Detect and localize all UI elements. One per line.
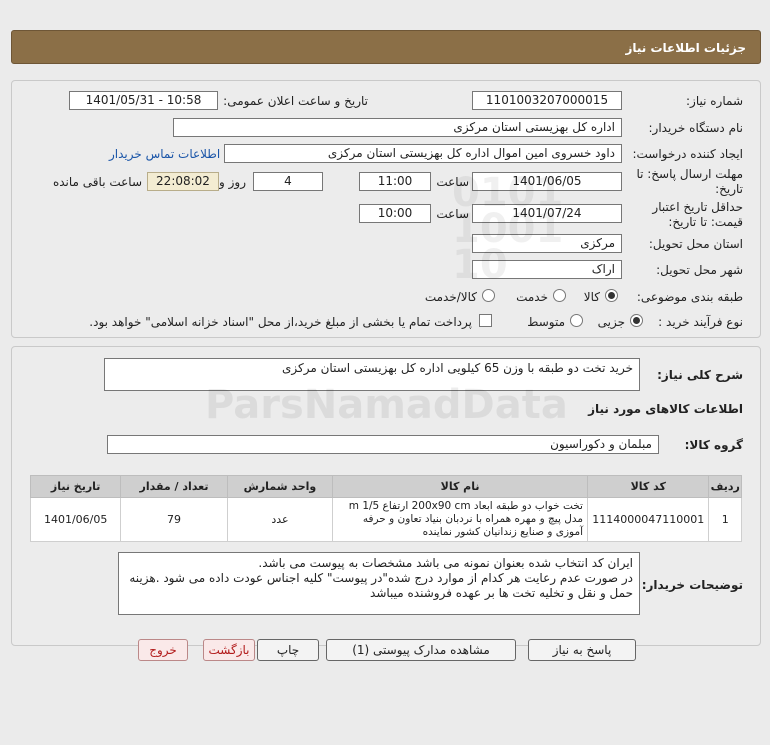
category-goods-service-radio[interactable] — [482, 289, 495, 302]
treasury-payment-checkbox[interactable] — [479, 314, 492, 327]
buyer-notes-line-1: ایران کد انتخاب شده بعنوان نمونه می باشد… — [258, 556, 633, 570]
col-row: ردیف — [708, 475, 742, 498]
days-field: 4 — [253, 172, 323, 191]
validity-label-2: قیمت: تا تاریخ: — [668, 215, 743, 229]
col-code: کد کالا — [586, 475, 710, 498]
cell-code: 1114000047110001 — [586, 497, 710, 542]
process-minor-radio[interactable] — [630, 314, 643, 327]
deadline-label: مهلت ارسال پاسخ: تا — [636, 167, 743, 181]
process-medium-radio[interactable] — [570, 314, 583, 327]
col-unit: واحد شمارش — [226, 475, 334, 498]
reply-button[interactable]: پاسخ به نیاز — [528, 639, 636, 661]
category-goods-label: کالا — [583, 290, 600, 304]
validity-time-field: 10:00 — [359, 204, 431, 223]
col-qty: تعداد / مقدار — [120, 475, 228, 498]
cell-row: 1 — [708, 497, 742, 542]
remaining-time-field: 22:08:02 — [147, 172, 219, 191]
process-label: نوع فرآیند خرید : — [658, 315, 743, 329]
cell-name: تخت خواب دو طبقه ابعاد 200x90 cm ارتفاع … — [332, 497, 588, 542]
city-field: اراک — [472, 260, 622, 279]
creator-field: داود خسروی امین اموال اداره کل بهزیستی ا… — [224, 144, 622, 163]
need-number-field: 1101003207000015 — [472, 91, 622, 110]
table-row: 1401/06/05 79 عدد تخت خواب دو طبقه ابعاد… — [29, 497, 742, 542]
announce-field: 1401/05/31 - 10:58 — [69, 91, 218, 110]
announce-label: تاریخ و ساعت اعلان عمومی: — [223, 94, 368, 108]
buyer-org-field: اداره کل بهزیستی استان مرکزی — [173, 118, 622, 137]
creator-label: ایجاد کننده درخواست: — [632, 147, 743, 161]
items-table-header: تاریخ نیاز تعداد / مقدار واحد شمارش نام … — [29, 475, 742, 498]
deadline-time-field: 11:00 — [359, 172, 431, 191]
contact-buyer-link[interactable]: اطلاعات تماس خریدار — [109, 147, 220, 161]
back-button[interactable]: بازگشت — [203, 639, 255, 661]
category-goods-radio[interactable] — [605, 289, 618, 302]
category-service-label: خدمت — [516, 290, 548, 304]
treasury-payment-note: پرداخت تمام یا بخشی از مبلغ خرید،از محل … — [89, 315, 472, 329]
province-field: مرکزی — [472, 234, 622, 253]
buyer-notes-label: توضیحات خریدار: — [641, 578, 743, 592]
attachments-button[interactable]: مشاهده مدارک پیوستی (1) — [326, 639, 516, 661]
buyer-notes-field: ایران کد انتخاب شده بعنوان نمونه می باشد… — [118, 552, 640, 615]
col-name: نام کالا — [332, 475, 588, 498]
process-minor-label: جزیی — [597, 315, 625, 329]
buyer-notes-line-2: در صورت عدم رعایت هر کدام از موارد درج ش… — [129, 571, 633, 585]
days-label: روز و — [219, 175, 246, 189]
deadline-date-field: 1401/06/05 — [472, 172, 622, 191]
description-field: خرید تخت دو طبقه با وزن 65 کیلویی اداره … — [104, 358, 640, 391]
need-number-label: شماره نیاز: — [686, 94, 743, 108]
remaining-label: ساعت باقی مانده — [52, 175, 142, 189]
goods-group-field: مبلمان و دکوراسیون — [107, 435, 659, 454]
validity-time-label: ساعت — [436, 207, 469, 221]
page-header: جزئیات اطلاعات نیاز — [11, 30, 761, 64]
process-medium-label: متوسط — [527, 315, 565, 329]
deadline-label-2: تاریخ: — [715, 182, 743, 196]
category-service-radio[interactable] — [553, 289, 566, 302]
buyer-notes-line-3: حمل و نقل و تخلیه تخت ها بر عهده فروشنده… — [370, 586, 633, 600]
items-table: تاریخ نیاز تعداد / مقدار واحد شمارش نام … — [29, 475, 742, 542]
validity-date-field: 1401/07/24 — [472, 204, 622, 223]
cell-qty: 79 — [120, 497, 228, 542]
deadline-time-label: ساعت — [436, 175, 469, 189]
city-label: شهر محل تحویل: — [656, 263, 743, 277]
cell-date: 1401/06/05 — [29, 497, 122, 542]
page-title: جزئیات اطلاعات نیاز — [625, 41, 746, 55]
category-label: طبقه بندی موضوعی: — [636, 290, 743, 304]
col-date: تاریخ نیاز — [29, 475, 122, 498]
buyer-org-label: نام دستگاه خریدار: — [648, 121, 744, 135]
goods-group-label: گروه کالا: — [684, 438, 743, 452]
province-label: استان محل تحویل: — [648, 237, 743, 251]
cell-unit: عدد — [226, 497, 334, 542]
exit-button[interactable]: خروج — [138, 639, 188, 661]
print-button[interactable]: چاپ — [257, 639, 319, 661]
category-goods-service-label: کالا/خدمت — [424, 290, 477, 304]
goods-section-title: اطلاعات کالاهای مورد نیاز — [588, 402, 743, 416]
validity-label: حداقل تاریخ اعتبار — [652, 200, 743, 214]
description-label: شرح کلی نیاز: — [657, 368, 743, 382]
